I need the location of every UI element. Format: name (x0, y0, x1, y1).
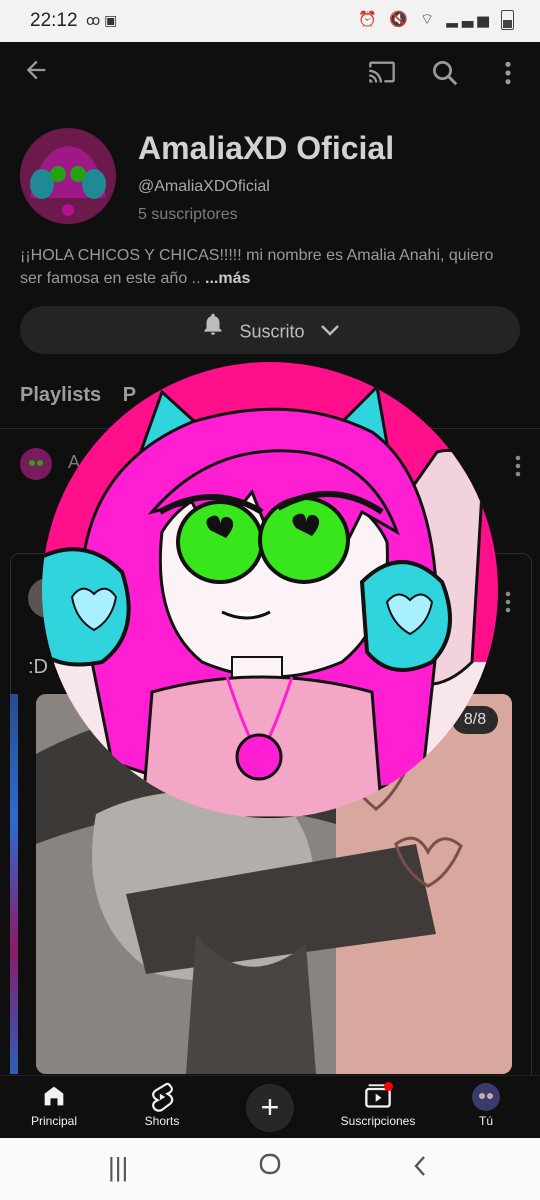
subscribed-label: Suscrito (239, 321, 305, 342)
status-time: 22:12 (30, 10, 78, 31)
status-bar: 22:12 ꝏ ▣ ⏰ 🔇 ⌔ ▂▃▅ (0, 0, 540, 42)
post-more-icon[interactable] (512, 454, 524, 483)
bell-icon (200, 307, 226, 355)
notification-dot (384, 1082, 393, 1091)
nav-subscriptions-label: Suscripciones (340, 1114, 416, 1128)
channel-handle: @AmaliaXDOficial (138, 178, 270, 195)
nav-home[interactable]: Principal (0, 1076, 108, 1128)
nav-shorts-label: Shorts (144, 1114, 180, 1128)
you-avatar-icon (432, 1082, 540, 1114)
subscribed-button[interactable]: Suscrito (20, 306, 520, 354)
alarm-icon: ⏰ (358, 11, 381, 28)
channel-tabs: Playlists P (20, 384, 136, 407)
bottom-navigation: Principal Shorts + Suscripciones Tú (0, 1075, 540, 1139)
back-arrow-icon[interactable] (22, 56, 50, 91)
create-button[interactable]: + (246, 1084, 294, 1132)
post-header-avatar[interactable] (20, 448, 52, 480)
nav-home-label: Principal (30, 1114, 78, 1128)
channel-description[interactable]: ¡¡HOLA CHICOS Y CHICAS!!!!! mi nombre es… (20, 244, 520, 290)
back-chevron-icon[interactable] (412, 1154, 428, 1185)
system-navigation-bar: ||| (0, 1138, 540, 1200)
more-link[interactable]: ...más (205, 270, 250, 287)
more-vert-icon[interactable] (500, 60, 516, 91)
nav-shorts[interactable]: Shorts (108, 1076, 216, 1128)
post-text: :D (28, 656, 48, 678)
nav-you[interactable]: Tú (432, 1076, 540, 1128)
nav-you-label: Tú (478, 1114, 493, 1128)
plus-icon: + (260, 1089, 280, 1125)
subscriber-count: 5 suscriptores (138, 206, 238, 223)
channel-avatar[interactable] (20, 128, 116, 224)
enlarged-profile-picture[interactable] (42, 362, 498, 818)
cast-icon[interactable] (366, 58, 398, 91)
status-right-icons: ⏰ 🔇 ⌔ ▂▃▅ (358, 10, 514, 31)
recents-icon[interactable]: ||| (108, 1152, 128, 1183)
subscriptions-icon (324, 1082, 432, 1114)
battery-icon (501, 10, 514, 31)
prev-image-edge[interactable] (10, 694, 18, 1074)
home-circle-icon[interactable] (258, 1152, 282, 1183)
home-icon (0, 1082, 108, 1114)
signal-icon: ▂▃▅ (446, 11, 493, 28)
tab-partial[interactable]: P (123, 384, 136, 406)
channel-name: AmaliaXD Oficial (138, 130, 395, 166)
description-text: ¡¡HOLA CHICOS Y CHICAS!!!!! mi nombre es… (20, 247, 494, 287)
search-icon[interactable] (430, 58, 460, 93)
nav-subscriptions[interactable]: Suscripciones (324, 1076, 432, 1128)
mute-icon: 🔇 (389, 11, 412, 28)
chevron-down-icon (320, 307, 340, 355)
status-left-icons: ꝏ ▣ (86, 12, 118, 28)
shorts-icon (108, 1082, 216, 1114)
post-card-more-icon[interactable] (502, 590, 514, 619)
wifi-icon: ⌔ (419, 11, 439, 28)
tab-playlists[interactable]: Playlists (20, 384, 101, 406)
